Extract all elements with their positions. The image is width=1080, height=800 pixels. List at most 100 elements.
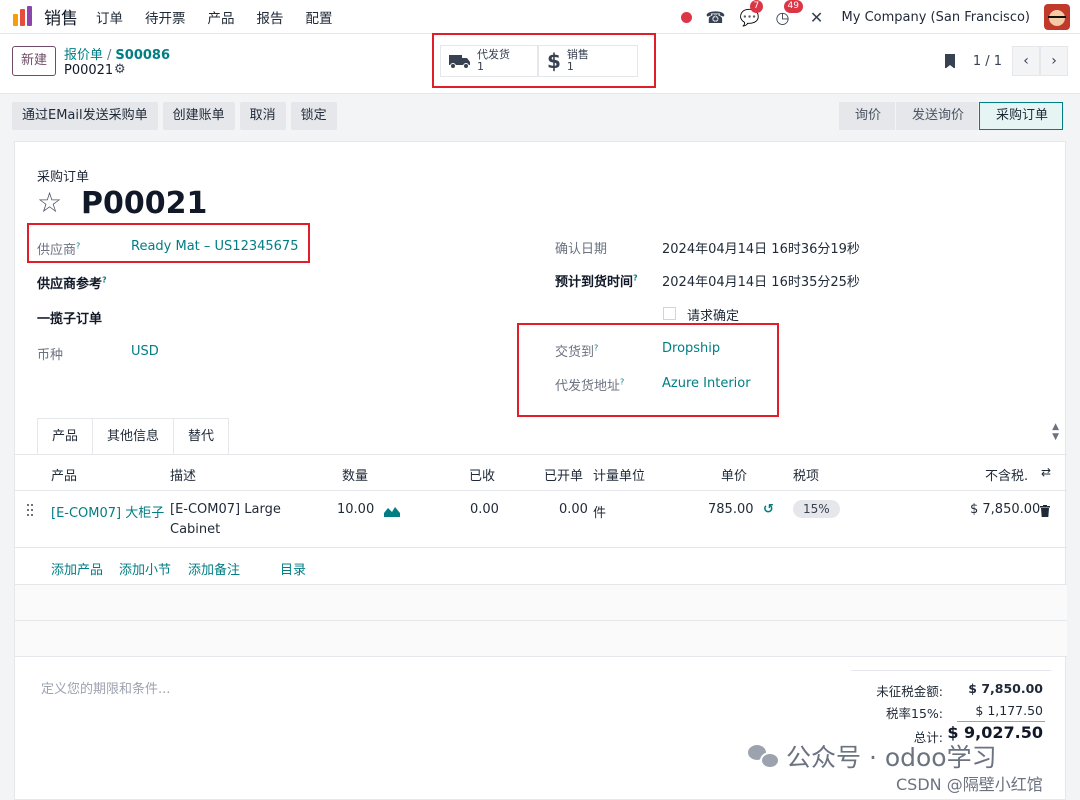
pager-value[interactable]: 1 / 1	[973, 54, 1002, 69]
create-bill-button[interactable]: 创建账单	[162, 102, 235, 130]
line-product[interactable]: [E-COM07] 大柜子	[51, 502, 164, 521]
untaxed-amount-label: 未征税金额:	[876, 684, 943, 699]
line-uom[interactable]: 件	[593, 502, 606, 521]
blanket-order-label: 一揽子订单	[37, 312, 103, 327]
column-settings-icon[interactable]: ⇄	[1041, 465, 1051, 479]
status-rfq-sent[interactable]: 发送询价	[895, 102, 978, 130]
send-po-email-button[interactable]: 通过EMail发送采购单	[12, 102, 158, 130]
dollar-icon: $	[547, 49, 561, 73]
dropship-count: 1	[477, 60, 484, 73]
annotation-box-delivery	[517, 323, 779, 417]
chat-icon[interactable]: 💬 7	[740, 0, 764, 27]
request-confirmation-checkbox[interactable]	[663, 307, 676, 320]
breadcrumb-separator: /	[107, 48, 112, 63]
scroll-arrows-icon[interactable]: ▲ ▼	[1052, 422, 1059, 442]
col-taxes[interactable]: 税项	[793, 465, 819, 484]
record-name: P00021	[64, 63, 114, 78]
form-sheet: 采购订单 ☆ P00021 供应商? Ready Mat – US1234567…	[14, 141, 1067, 800]
user-avatar[interactable]	[1044, 4, 1070, 30]
statusbar: 询价 发送询价 采购订单	[838, 102, 1064, 130]
terms-conditions-input[interactable]: 定义您的期限和条件...	[41, 678, 170, 697]
breadcrumb: 报价单 / S00086	[64, 44, 170, 63]
trash-icon[interactable]	[1040, 505, 1050, 517]
col-quantity[interactable]: 数量	[342, 465, 368, 484]
tab-alternatives[interactable]: 替代	[173, 418, 230, 454]
menu-reporting[interactable]: 报告	[257, 7, 284, 27]
status-purchase-order[interactable]: 采购订单	[978, 102, 1063, 130]
confirmation-date-label: 确认日期	[555, 242, 608, 257]
dropship-address-label: 代发货地址?	[555, 377, 625, 394]
add-note-link[interactable]: 添加备注	[188, 559, 240, 578]
tax-amount-label: 税率15%:	[886, 706, 943, 721]
price-history-icon[interactable]: ↺	[763, 502, 774, 517]
menu-orders[interactable]: 订单	[96, 7, 123, 27]
deliver-to-label: 交货到?	[555, 343, 599, 360]
nav-menu: 订单 待开票 产品 报告 配置	[96, 7, 355, 27]
app-name[interactable]: 销售	[44, 4, 78, 29]
expected-arrival-field[interactable]: 2024年04月14日 16时35分25秒	[662, 271, 860, 290]
wechat-watermark: 公众号 · odoo学习	[748, 738, 997, 774]
lock-button[interactable]: 锁定	[290, 102, 337, 130]
control-panel: 新建 报价单 / S00086 P00021 ⚙ 代发货 1 $ 销售 1 1 / …	[0, 33, 1080, 94]
gear-icon[interactable]: ⚙	[114, 62, 126, 77]
sales-smart-button[interactable]: $ 销售 1	[538, 45, 638, 77]
breadcrumb-sale-order[interactable]: S00086	[115, 48, 170, 63]
cancel-button[interactable]: 取消	[239, 102, 286, 130]
drag-handle-icon[interactable]	[27, 504, 35, 518]
line-billed: 0.00	[559, 502, 588, 517]
activity-badge: 49	[783, 0, 803, 13]
phone-icon[interactable]: ☎	[706, 8, 726, 27]
col-product[interactable]: 产品	[51, 465, 77, 484]
sales-count: 1	[566, 60, 574, 73]
bookmark-icon[interactable]	[944, 54, 955, 69]
request-confirmation-label: 请求确定	[687, 309, 740, 324]
deliver-to-field[interactable]: Dropship	[662, 341, 720, 356]
top-navbar: 销售 订单 待开票 产品 报告 配置 ☎ 💬 7 ◷ 49 ✕ My Company…	[0, 0, 1080, 34]
line-subtotal: $ 7,850.00	[970, 502, 1041, 517]
dropship-address-field[interactable]: Azure Interior	[662, 376, 751, 391]
line-unit-price[interactable]: 785.00	[708, 502, 754, 517]
dropship-smart-button[interactable]: 代发货 1	[440, 45, 538, 77]
col-unit-price[interactable]: 单价	[721, 465, 747, 484]
pager-previous-button[interactable]: ‹	[1012, 46, 1040, 76]
menu-configuration[interactable]: 配置	[306, 7, 333, 27]
pager: 1 / 1 ‹ ›	[944, 46, 1068, 76]
pager-next-button[interactable]: ›	[1040, 46, 1068, 76]
star-icon[interactable]: ☆	[37, 186, 62, 219]
line-quantity[interactable]: 10.00	[337, 502, 374, 517]
line-description[interactable]: [E-COM07] Large Cabinet	[170, 500, 281, 540]
catalog-link[interactable]: 目录	[280, 559, 306, 578]
total-divider	[957, 721, 1045, 722]
recording-dot-icon[interactable]	[680, 11, 692, 23]
breadcrumb-quotations[interactable]: 报价单	[64, 48, 103, 63]
tools-icon[interactable]: ✕	[808, 8, 826, 27]
company-switcher[interactable]: My Company (San Francisco)	[842, 10, 1030, 25]
currency-field[interactable]: USD	[131, 344, 159, 359]
col-description[interactable]: 描述	[170, 465, 196, 484]
expected-arrival-label: 预计到货时间?	[555, 273, 638, 290]
order-lines-header: 产品 描述 数量 已收 已开单 计量单位 单价 税项 不含税. ⇄	[15, 455, 1067, 491]
menu-products[interactable]: 产品	[208, 7, 235, 27]
tab-other-info[interactable]: 其他信息	[92, 418, 175, 454]
forecast-chart-icon[interactable]	[384, 505, 400, 517]
table-row[interactable]: [E-COM07] 大柜子 [E-COM07] Large Cabinet 10…	[15, 492, 1067, 548]
confirmation-date-field[interactable]: 2024年04月14日 16时36分19秒	[662, 238, 860, 257]
sales-app-icon[interactable]	[12, 5, 34, 28]
status-rfq[interactable]: 询价	[838, 102, 895, 130]
col-subtotal[interactable]: 不含税.	[985, 465, 1028, 484]
new-button[interactable]: 新建	[12, 46, 57, 76]
col-uom[interactable]: 计量单位	[593, 465, 645, 484]
vendor-reference-label: 供应商参考?	[37, 275, 107, 292]
col-received[interactable]: 已收	[469, 465, 495, 484]
add-section-link[interactable]: 添加小节	[119, 559, 171, 578]
line-tax-badge[interactable]: 15%	[793, 500, 840, 518]
tab-products[interactable]: 产品	[37, 418, 94, 455]
empty-row	[15, 621, 1067, 657]
vendor-field[interactable]: Ready Mat – US12345675	[131, 239, 298, 254]
add-product-link[interactable]: 添加产品	[51, 559, 103, 578]
menu-to-invoice[interactable]: 待开票	[145, 7, 186, 27]
currency-label: 币种	[37, 348, 64, 363]
activity-clock-icon[interactable]: ◷ 49	[774, 0, 803, 27]
empty-row	[15, 585, 1067, 621]
col-billed[interactable]: 已开单	[544, 465, 583, 484]
